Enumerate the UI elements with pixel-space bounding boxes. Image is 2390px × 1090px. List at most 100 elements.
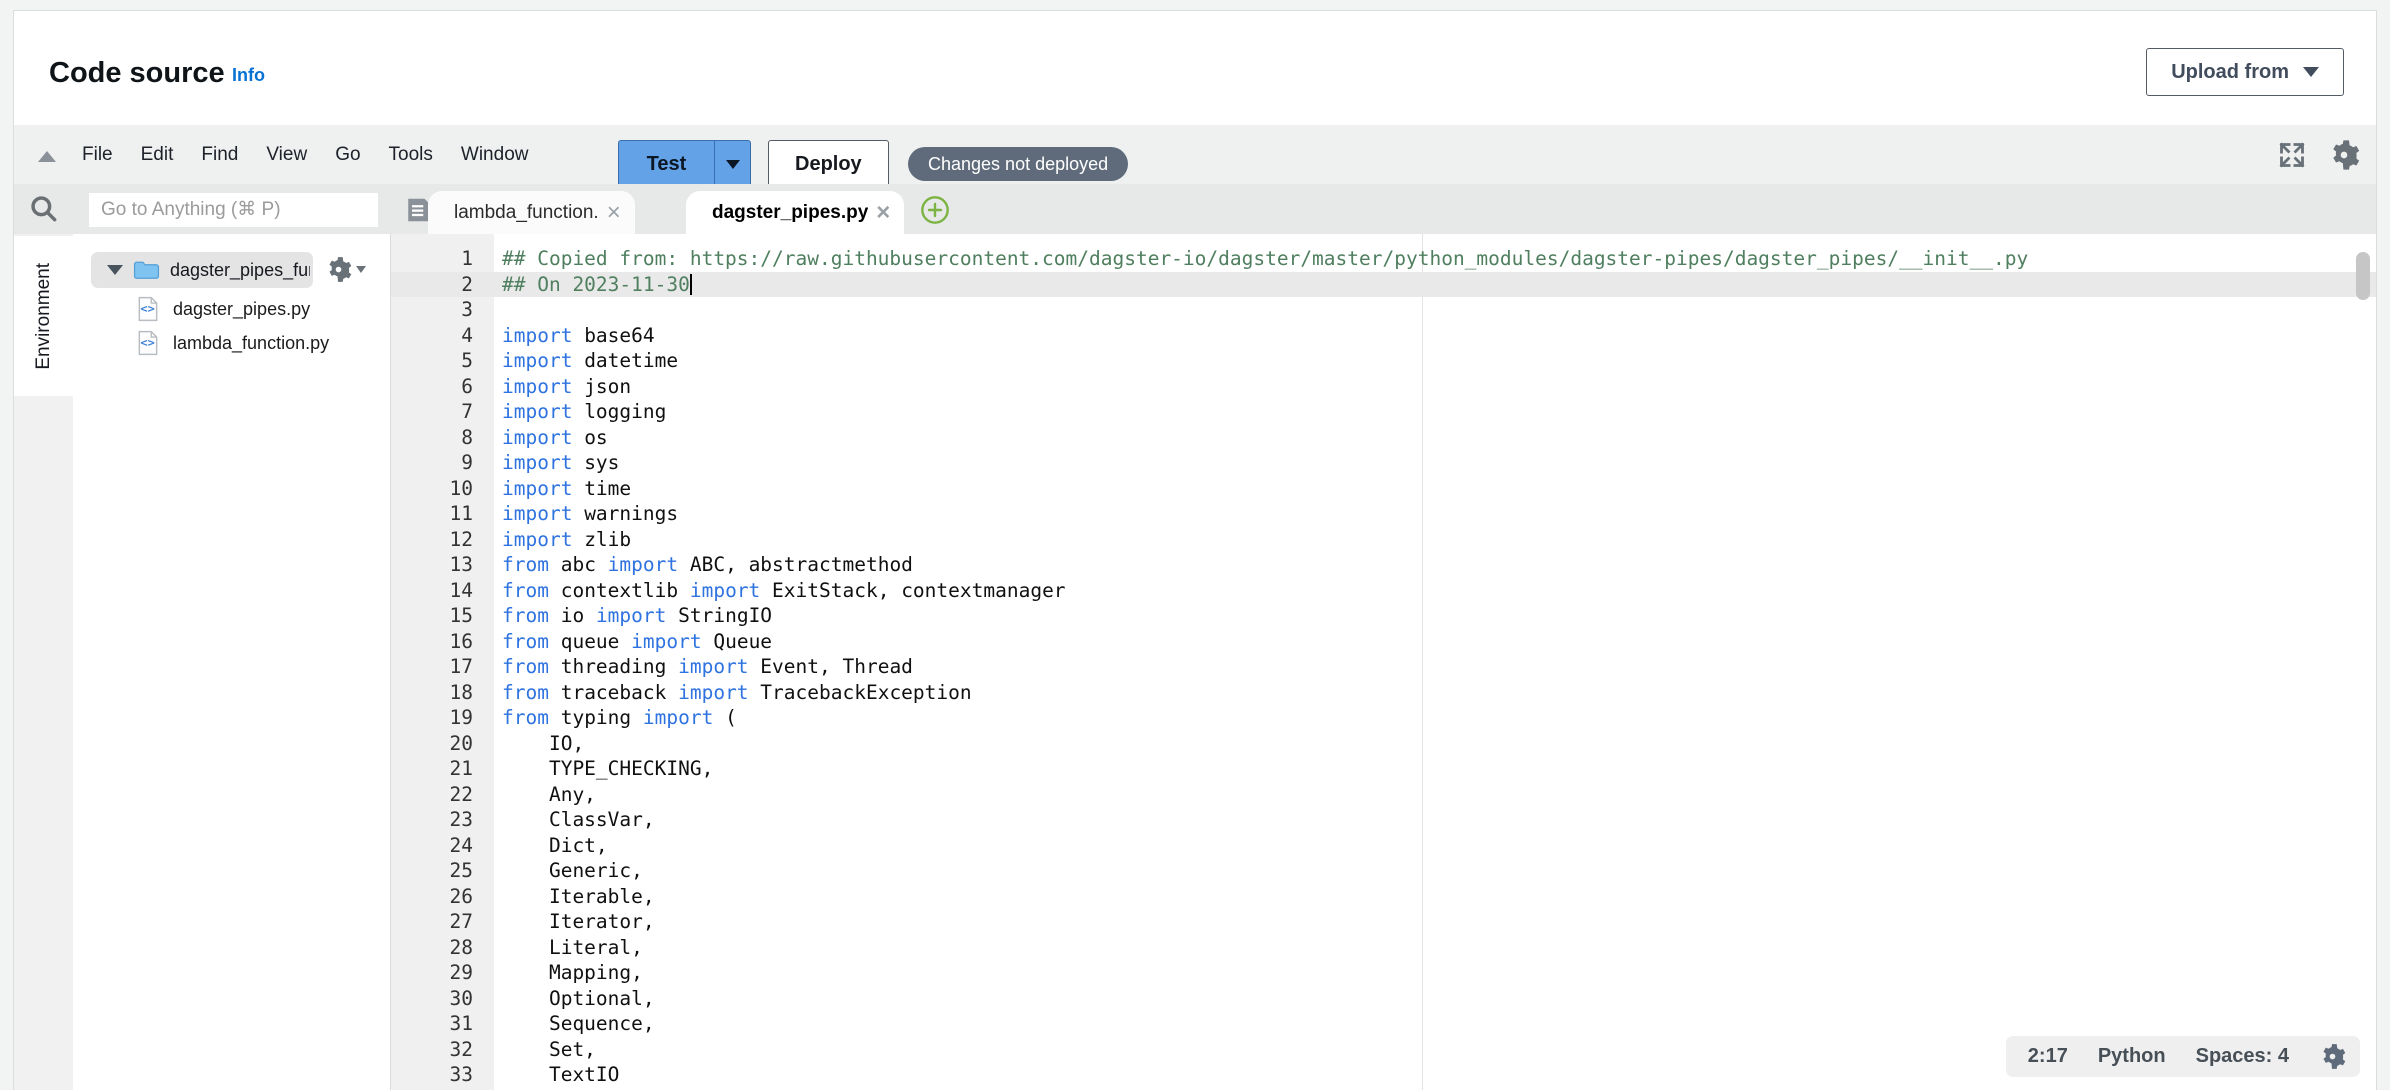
code-line-29[interactable]: 29 Mapping, — [391, 960, 2376, 986]
line-number: 28 — [391, 935, 494, 961]
test-dropdown-button[interactable] — [714, 141, 750, 187]
environment-panel-tab[interactable]: Environment — [14, 236, 73, 396]
line-number: 12 — [391, 527, 494, 553]
code-line-18[interactable]: 18from traceback import TracebackExcepti… — [391, 680, 2376, 706]
code-line-23[interactable]: 23 ClassVar, — [391, 807, 2376, 833]
search-input[interactable] — [89, 193, 378, 227]
line-number: 33 — [391, 1062, 494, 1088]
code-line-17[interactable]: 17from threading import Event, Thread — [391, 654, 2376, 680]
statusbar-gear-icon[interactable] — [2319, 1043, 2346, 1070]
menu-item-tools[interactable]: Tools — [375, 144, 447, 166]
upload-from-button[interactable]: Upload from — [2146, 48, 2344, 96]
menu-item-view[interactable]: View — [252, 144, 321, 166]
collapse-menubar-icon[interactable] — [38, 151, 56, 162]
menu-item-file[interactable]: File — [68, 144, 127, 166]
language-mode-status[interactable]: Python — [2098, 1045, 2166, 1068]
code-line-27[interactable]: 27 Iterator, — [391, 909, 2376, 935]
code-text: from typing import ( — [494, 705, 737, 731]
code-line-10[interactable]: 10import time — [391, 476, 2376, 502]
code-text: IO, — [494, 731, 584, 757]
deploy-button[interactable]: Deploy — [768, 140, 889, 188]
code-line-24[interactable]: 24 Dict, — [391, 833, 2376, 859]
code-line-9[interactable]: 9import sys — [391, 450, 2376, 476]
gear-icon — [325, 256, 352, 283]
code-text: from traceback import TracebackException — [494, 680, 972, 706]
code-line-3[interactable]: 3 — [391, 297, 2376, 323]
line-number: 32 — [391, 1037, 494, 1063]
line-number: 5 — [391, 348, 494, 374]
code-line-4[interactable]: 4import base64 — [391, 323, 2376, 349]
code-text: ## Copied from: https://raw.githubuserco… — [494, 246, 2028, 272]
line-number: 31 — [391, 1011, 494, 1037]
line-number: 19 — [391, 705, 494, 731]
editor-status-bar: 2:17 Python Spaces: 4 — [2006, 1036, 2360, 1077]
menu-item-go[interactable]: Go — [321, 144, 374, 166]
changes-status-badge: Changes not deployed — [908, 147, 1128, 181]
code-line-20[interactable]: 20 IO, — [391, 731, 2376, 757]
code-text: from contextlib import ExitStack, contex… — [494, 578, 1066, 604]
tab-close-icon[interactable]: × — [876, 201, 890, 225]
tab-dagster-pipes-py[interactable]: dagster_pipes.py× — [686, 191, 904, 234]
code-text: Set, — [494, 1037, 596, 1063]
tree-file-dagster-pipes-py[interactable]: <> dagster_pipes.py — [73, 292, 390, 326]
code-line-30[interactable]: 30 Optional, — [391, 986, 2376, 1012]
test-split-button[interactable]: Test — [618, 140, 751, 188]
code-line-12[interactable]: 12import zlib — [391, 527, 2376, 553]
code-line-19[interactable]: 19from typing import ( — [391, 705, 2376, 731]
card-header: Code source Info Upload from — [14, 11, 2376, 125]
code-line-7[interactable]: 7import logging — [391, 399, 2376, 425]
code-line-28[interactable]: 28 Literal, — [391, 935, 2376, 961]
left-panel-strip: Environment — [14, 234, 73, 1090]
test-button[interactable]: Test — [619, 141, 714, 187]
indentation-status[interactable]: Spaces: 4 — [2196, 1045, 2289, 1068]
code-line-26[interactable]: 26 Iterable, — [391, 884, 2376, 910]
code-text: Iterator, — [494, 909, 655, 935]
new-tab-plus-circle-icon[interactable] — [919, 194, 951, 231]
folder-settings-button[interactable] — [325, 256, 366, 283]
tab-lambda-function-[interactable]: lambda_function.× — [428, 191, 635, 234]
code-text: Dict, — [494, 833, 608, 859]
chevron-down-icon[interactable] — [107, 265, 123, 275]
code-text: TextIO — [494, 1062, 619, 1088]
menu-item-window[interactable]: Window — [447, 144, 543, 166]
line-number: 10 — [391, 476, 494, 502]
info-link[interactable]: Info — [232, 65, 265, 86]
line-number: 9 — [391, 450, 494, 476]
code-line-11[interactable]: 11import warnings — [391, 501, 2376, 527]
code-line-6[interactable]: 6import json — [391, 374, 2376, 400]
code-text: from threading import Event, Thread — [494, 654, 913, 680]
code-line-25[interactable]: 25 Generic, — [391, 858, 2376, 884]
tree-folder-dagster-pipes-function[interactable]: dagster_pipes_funct — [91, 252, 313, 288]
line-number: 27 — [391, 909, 494, 935]
code-line-14[interactable]: 14from contextlib import ExitStack, cont… — [391, 578, 2376, 604]
code-line-21[interactable]: 21 TYPE_CHECKING, — [391, 756, 2376, 782]
code-line-2[interactable]: 2## On 2023-11-30 — [391, 272, 2376, 298]
code-text: TYPE_CHECKING, — [494, 756, 713, 782]
code-editor[interactable]: 1## Copied from: https://raw.githubuserc… — [391, 234, 2376, 1090]
tree-file-lambda-function-py[interactable]: <> lambda_function.py — [73, 326, 390, 360]
editor-scrollbar-thumb[interactable] — [2356, 252, 2370, 300]
code-text: ClassVar, — [494, 807, 655, 833]
code-line-22[interactable]: 22 Any, — [391, 782, 2376, 808]
code-text: from queue import Queue — [494, 629, 772, 655]
menu-items: FileEditFindViewGoToolsWindow — [68, 125, 542, 184]
code-line-31[interactable]: 31 Sequence, — [391, 1011, 2376, 1037]
code-line-15[interactable]: 15from io import StringIO — [391, 603, 2376, 629]
code-line-13[interactable]: 13from abc import ABC, abstractmethod — [391, 552, 2376, 578]
environment-panel-label: Environment — [33, 263, 55, 370]
code-line-5[interactable]: 5import datetime — [391, 348, 2376, 374]
code-line-1[interactable]: 1## Copied from: https://raw.githubuserc… — [391, 246, 2376, 272]
tree-folder-label: dagster_pipes_funct — [170, 260, 310, 281]
code-line-8[interactable]: 8import os — [391, 425, 2376, 451]
menu-item-edit[interactable]: Edit — [127, 144, 188, 166]
line-number: 15 — [391, 603, 494, 629]
line-number: 2 — [391, 272, 494, 298]
fullscreen-icon[interactable] — [2278, 141, 2306, 169]
cursor-position-status[interactable]: 2:17 — [2028, 1045, 2068, 1068]
code-line-16[interactable]: 16from queue import Queue — [391, 629, 2376, 655]
menu-item-find[interactable]: Find — [187, 144, 252, 166]
code-text: import zlib — [494, 527, 631, 553]
editor-settings-gear-icon[interactable] — [2328, 139, 2360, 171]
search-icon[interactable] — [28, 193, 60, 230]
tab-close-icon[interactable]: × — [607, 201, 621, 225]
